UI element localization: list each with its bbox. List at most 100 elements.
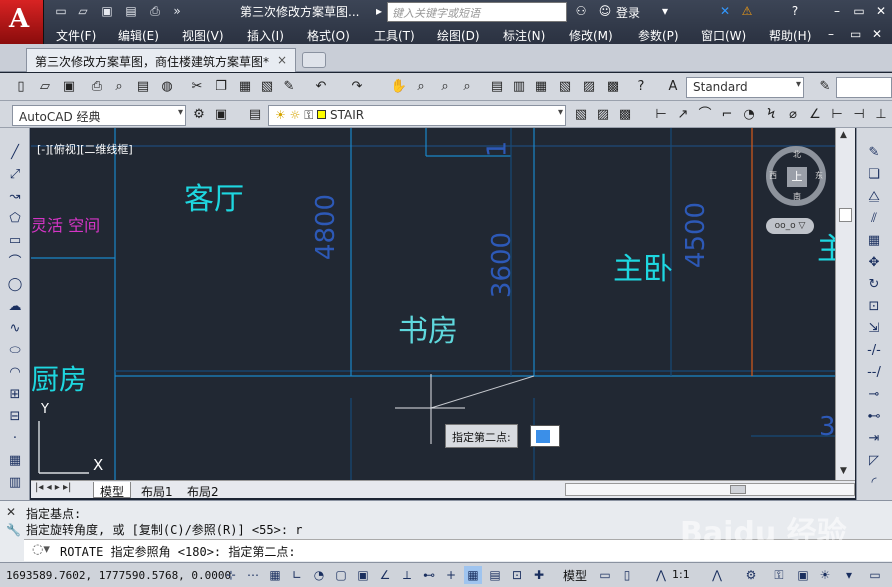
help-icon[interactable]: ? xyxy=(632,78,650,96)
new-icon[interactable]: ▯ xyxy=(12,78,30,96)
block-icon[interactable]: ✎ xyxy=(280,78,298,96)
lineweight-icon[interactable]: + xyxy=(442,566,460,584)
menu-dimension[interactable]: 标注(N) xyxy=(503,27,545,44)
spline-icon[interactable]: ∿ xyxy=(4,320,26,338)
user-icon[interactable]: ☺ xyxy=(596,3,614,19)
polygon-icon[interactable]: ⬠ xyxy=(4,210,26,228)
ellipse-icon[interactable]: ⬭ xyxy=(4,342,26,360)
exchange-icon[interactable]: ✕ xyxy=(716,3,734,19)
tab-layout1[interactable]: 布局1 xyxy=(135,482,179,499)
viewcube-north[interactable]: 北 xyxy=(793,149,801,160)
zoom-window-icon[interactable]: ⌕ xyxy=(436,78,454,96)
close-icon[interactable]: ✕ xyxy=(872,3,890,19)
polyline-icon[interactable]: ↝ xyxy=(4,188,26,206)
design-center-icon[interactable]: ▥ xyxy=(510,78,528,96)
calculator-icon[interactable]: ▩ xyxy=(604,78,622,96)
trim-icon[interactable]: -/- xyxy=(863,342,885,360)
viewcube[interactable]: 上 北 南 东 西 xyxy=(766,146,826,206)
gradient-icon[interactable]: ▥ xyxy=(4,474,26,492)
annotation-visibility-icon[interactable]: ⋀ xyxy=(708,566,726,584)
sheet-set-icon[interactable]: ▧ xyxy=(556,78,574,96)
command-close-icon[interactable]: ✕ xyxy=(6,505,16,519)
osnap-icon[interactable]: ▢ xyxy=(332,566,350,584)
grid-icon[interactable]: ▦ xyxy=(266,566,284,584)
ortho-icon[interactable]: ∟ xyxy=(288,566,306,584)
application-menu-button[interactable]: A xyxy=(0,0,44,44)
menu-tools[interactable]: 工具(T) xyxy=(374,27,415,44)
globe-icon[interactable]: ◍ xyxy=(158,78,176,96)
quick-dim-icon[interactable]: ⊢ xyxy=(828,106,846,124)
preview-icon[interactable]: ⌕ xyxy=(110,78,128,96)
search-input[interactable]: 键入关键字或短语 xyxy=(387,2,567,22)
save-as-icon[interactable]: ▤ xyxy=(122,3,140,19)
fillet-icon[interactable]: ◜ xyxy=(863,474,885,492)
clean-screen-icon[interactable]: ▭ xyxy=(866,566,884,584)
menu-format[interactable]: 格式(O) xyxy=(307,27,350,44)
selection-cycling-icon[interactable]: ⊡ xyxy=(508,566,526,584)
horizontal-scrollbar[interactable] xyxy=(565,483,855,496)
tool-palettes-icon[interactable]: ▦ xyxy=(532,78,550,96)
point-icon[interactable]: · xyxy=(4,430,26,448)
viewcube-south[interactable]: 南 xyxy=(793,191,801,202)
zoom-previous-icon[interactable]: ⌕ xyxy=(458,78,476,96)
model-space-button[interactable]: 模型 xyxy=(563,567,587,584)
pan-icon[interactable]: ✋ xyxy=(390,78,408,96)
snap-icon[interactable]: ⋯ xyxy=(244,566,262,584)
layer-state-icon[interactable]: ▣ xyxy=(212,106,230,124)
recent-commands-icon[interactable]: ◌▾ xyxy=(32,542,50,557)
hatch-icon[interactable]: ▦ xyxy=(4,452,26,470)
ordinate-icon[interactable]: ⌐ xyxy=(718,106,736,124)
aligned-dim-icon[interactable]: ↗ xyxy=(674,106,692,124)
menu-modify[interactable]: 修改(M) xyxy=(569,27,613,44)
layer-previous-icon[interactable]: ▨ xyxy=(594,106,612,124)
menu-draw[interactable]: 绘图(D) xyxy=(437,27,480,44)
infer-constraints-icon[interactable]: ⊹ xyxy=(222,566,240,584)
tab-nav-icons[interactable]: |◂ ◂ ▸ ▸| xyxy=(35,482,71,493)
otrack-icon[interactable]: ∠ xyxy=(376,566,394,584)
menu-view[interactable]: 视图(V) xyxy=(182,27,224,44)
undo-icon[interactable]: ↶ xyxy=(312,78,330,96)
copy-object-icon[interactable]: ❏ xyxy=(863,166,885,184)
rectangle-icon[interactable]: ▭ xyxy=(4,232,26,250)
dynamic-input-field[interactable] xyxy=(530,425,560,447)
chamfer-icon[interactable]: ◸ xyxy=(863,452,885,470)
join-icon[interactable]: ⇥ xyxy=(863,430,885,448)
menu-help[interactable]: 帮助(H) xyxy=(769,27,811,44)
break-point-icon[interactable]: ⊸ xyxy=(863,386,885,404)
insert-block-icon[interactable]: ⊞ xyxy=(4,386,26,404)
polar-icon[interactable]: ◔ xyxy=(310,566,328,584)
command-customize-icon[interactable]: 🔧 xyxy=(6,523,21,537)
dyn-icon[interactable]: ⊷ xyxy=(420,566,438,584)
tab-layout2[interactable]: 布局2 xyxy=(181,482,225,499)
scroll-up-icon[interactable]: ▲ xyxy=(840,130,847,140)
layer-select[interactable]: ☀ ☼ ⚿ STAIR ▾ xyxy=(268,105,566,126)
scroll-down-icon[interactable]: ▼ xyxy=(840,466,847,476)
new-file-icon[interactable]: ▭ xyxy=(52,3,70,19)
doc-close-icon[interactable]: ✕ xyxy=(872,27,882,41)
wcs-menu[interactable]: oo_o ▽ xyxy=(766,218,814,234)
dimension-style-icon[interactable]: ✎ xyxy=(816,78,834,96)
toolbar-lock-icon[interactable]: ⚿ xyxy=(770,566,788,584)
menu-edit[interactable]: 编辑(E) xyxy=(118,27,159,44)
cut-icon[interactable]: ✂ xyxy=(188,78,206,96)
help-icon[interactable]: ? xyxy=(786,3,804,19)
scale-icon[interactable]: ⊡ xyxy=(863,298,885,316)
make-current-icon[interactable]: ▧ xyxy=(572,106,590,124)
scroll-thumb[interactable] xyxy=(839,208,852,222)
angular-icon[interactable]: ∠ xyxy=(806,106,824,124)
redo-icon[interactable]: ↷ xyxy=(348,78,366,96)
viewcube-west[interactable]: 西 xyxy=(769,170,777,181)
circle-icon[interactable]: ◯ xyxy=(4,276,26,294)
menu-window[interactable]: 窗口(W) xyxy=(701,27,746,44)
account-icon[interactable]: ⚠ xyxy=(738,3,756,19)
ellipse-arc-icon[interactable]: ◠ xyxy=(4,364,26,382)
document-tab[interactable]: 第三次修改方案草图，商住楼建筑方案草图* × xyxy=(26,48,296,72)
workspace-switching-icon[interactable]: ⚙ xyxy=(742,566,760,584)
hardware-accel-icon[interactable]: ▣ xyxy=(794,566,812,584)
line-icon[interactable]: ╱ xyxy=(4,144,26,162)
quick-properties-icon[interactable]: ▤ xyxy=(486,566,504,584)
drawing-canvas[interactable]: [-][俯视][二维线框] 客厅 书房 主卧 厨房 主 灵活 空间 4800 3… xyxy=(31,128,835,480)
arc-dim-icon[interactable]: ⌒ xyxy=(696,106,714,124)
doc-minimize-icon[interactable]: – xyxy=(828,27,834,41)
linear-dim-icon[interactable]: ⊢ xyxy=(652,106,670,124)
